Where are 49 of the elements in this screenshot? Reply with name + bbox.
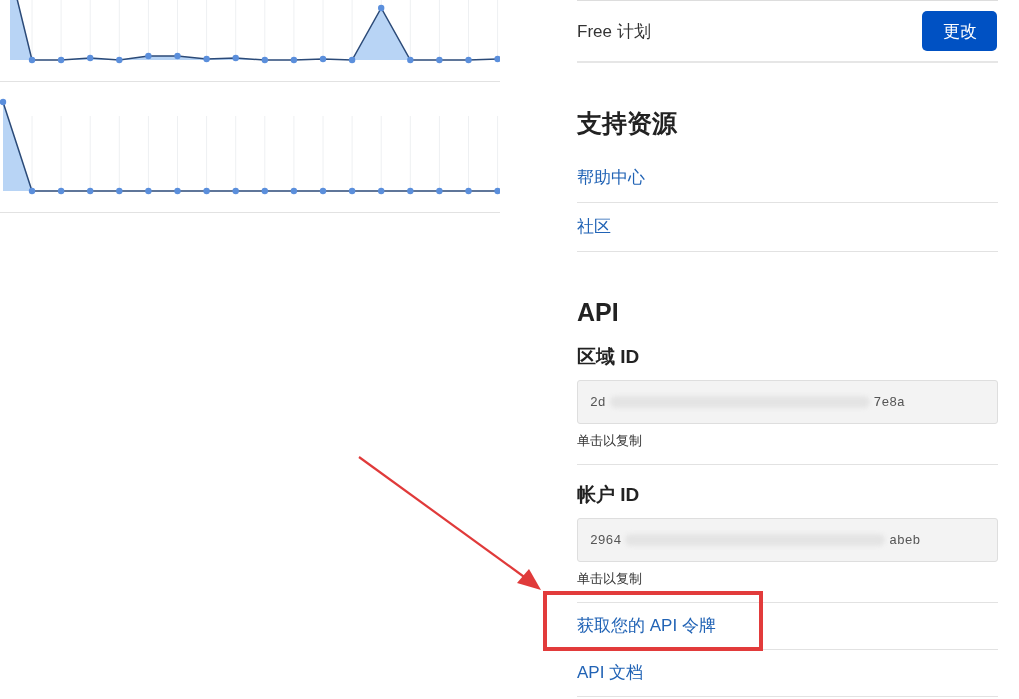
data-point [57,56,65,64]
data-point [145,52,152,60]
api-link[interactable]: 获取您的 API 令牌 [577,616,716,635]
data-point [407,56,414,64]
data-point [319,187,327,195]
support-link[interactable]: 帮助中心 [577,168,645,187]
data-point [57,187,65,195]
data-point [28,187,36,195]
data-point [203,187,210,195]
data-point [116,56,123,64]
plan-name: Free 计划 [577,20,651,43]
data-point [232,54,239,62]
data-point [290,56,298,64]
section-heading: API [577,297,620,327]
field-label: 帐户 ID [577,483,641,507]
copy-hint: 单击以复制 [577,570,643,588]
change-button[interactable]: 更改 [922,11,997,51]
data-point [290,187,298,195]
data-point [494,187,500,195]
data-point [348,187,356,195]
data-point [145,187,152,195]
data-point [494,55,500,63]
data-point [319,55,327,63]
section-heading: 支持资源 [577,108,678,139]
copy-hint: 单击以复制 [577,432,643,450]
field-label: 区域 ID [577,345,641,369]
id-field[interactable]: 2d 7e8a [577,380,998,424]
support-link[interactable]: 社区 [577,217,611,236]
data-point [232,187,239,195]
data-point [348,56,356,64]
data-point [407,187,414,195]
data-point [378,4,385,12]
data-point [116,187,123,195]
data-point [261,187,268,195]
api-link[interactable]: API 文档 [577,663,644,682]
id-field[interactable]: 2964 abeb [577,518,998,562]
data-point [87,54,94,62]
data-point [261,56,268,64]
data-point [436,56,443,64]
data-point [378,187,385,195]
data-point [0,98,7,106]
data-point [28,56,36,64]
data-point [87,187,94,195]
data-point [465,187,472,195]
data-point [436,187,443,195]
data-point [465,56,472,64]
data-point [203,55,210,63]
data-point [174,52,181,60]
data-point [174,187,181,195]
